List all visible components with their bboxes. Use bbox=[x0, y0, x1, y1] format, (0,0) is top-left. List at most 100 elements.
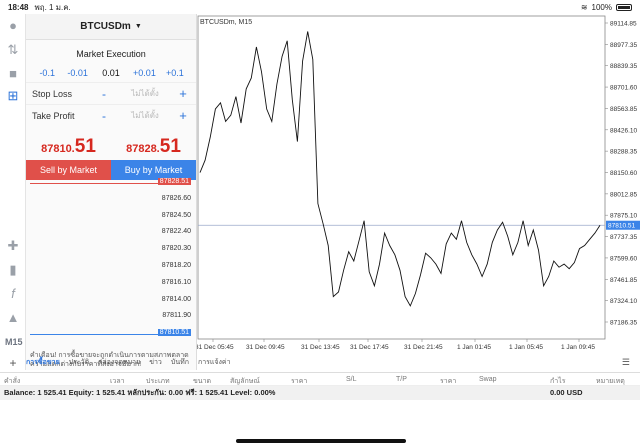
x-tick-label: 31 Dec 09:45 bbox=[246, 344, 285, 351]
battery-icon bbox=[616, 3, 632, 11]
take-profit-label: Take Profit bbox=[32, 110, 75, 121]
symbol-selector[interactable]: BTCUSDm ▼ bbox=[26, 14, 196, 40]
x-tick-label: 1 Jan 05:45 bbox=[509, 344, 543, 351]
buy-price-main: 87828. bbox=[126, 143, 160, 155]
tab-alerts[interactable]: การแจ้งค่า bbox=[198, 357, 231, 368]
volume-plus-01-button[interactable]: +0.1 bbox=[160, 68, 190, 78]
x-tick-label: 31 Dec 21:45 bbox=[404, 344, 443, 351]
indicator-f-icon[interactable]: f bbox=[5, 286, 21, 302]
status-right: ≋ 100% bbox=[581, 3, 632, 12]
plot-area bbox=[197, 15, 606, 340]
book-level: 87814.00 bbox=[161, 295, 191, 303]
col-sl: S/L bbox=[346, 376, 357, 383]
book-level: 87816.10 bbox=[161, 278, 191, 286]
y-tick-label: 88012.85 bbox=[610, 191, 637, 198]
x-tick-label: 31 Dec 13:45 bbox=[301, 344, 340, 351]
order-panel: BTCUSDm ▼ Market Execution -0.1 -0.01 0.… bbox=[26, 14, 197, 370]
left-toolbar: ● ⇅ ■ ⊞ ✚ ▮ f ▲ M15 bbox=[0, 14, 26, 370]
sell-price-main: 87810. bbox=[41, 143, 75, 155]
stop-loss-input[interactable]: ไม่ได้ตั้ง bbox=[114, 87, 176, 100]
balance-text: Balance: 1 525.41 Equity: 1 525.41 หลักป… bbox=[4, 388, 276, 397]
tab-trade[interactable]: การซื้อขาย bbox=[26, 357, 60, 368]
y-tick-label: 88701.60 bbox=[610, 85, 637, 92]
x-tick-label: 1 Jan 09:45 bbox=[561, 344, 595, 351]
positions-header: คำสั่ง เวลา ประเภท ขนาด สัญลักษณ์ ราคา S… bbox=[0, 372, 640, 386]
y-tick-label: 89114.85 bbox=[610, 21, 637, 28]
terminal-tabs: + การซื้อขาย ประวัติ กล่องจดหมาย ข่าว บั… bbox=[0, 355, 640, 370]
take-profit-input[interactable]: ไม่ได้ตั้ง bbox=[114, 109, 176, 122]
tab-news[interactable]: ข่าว bbox=[149, 357, 162, 368]
stop-loss-row: Stop Loss - ไม่ได้ตั้ง + bbox=[26, 82, 196, 104]
col-swap: Swap bbox=[479, 376, 497, 383]
status-date: พฤ. 1 ม.ค. bbox=[34, 2, 71, 12]
sell-price: 87810.51 bbox=[26, 136, 111, 158]
stop-loss-minus-button[interactable]: - bbox=[94, 87, 114, 101]
book-level: 87811.90 bbox=[162, 312, 191, 320]
y-tick-label: 87324.10 bbox=[610, 298, 637, 305]
y-tick-label: 88150.60 bbox=[610, 170, 637, 177]
book-level: 87820.30 bbox=[161, 245, 191, 253]
y-tick-label: 87875.10 bbox=[610, 213, 637, 220]
volume-value[interactable]: 0.01 bbox=[93, 68, 129, 78]
caret-down-icon: ▼ bbox=[134, 23, 142, 30]
account-icon[interactable]: ● bbox=[5, 18, 21, 34]
crosshair-icon[interactable]: ✚ bbox=[5, 238, 21, 254]
buy-price-big: 51 bbox=[159, 136, 181, 157]
y-tick-label: 88977.35 bbox=[610, 42, 637, 49]
book-level: 87822.40 bbox=[161, 228, 191, 236]
x-tick-label: 31 Dec 17:45 bbox=[350, 344, 389, 351]
new-order-icon[interactable]: ⊞ bbox=[5, 88, 21, 104]
candles-icon[interactable]: ▮ bbox=[5, 262, 21, 278]
bid-line bbox=[30, 334, 185, 336]
volume-minus-01-button[interactable]: -0.1 bbox=[32, 68, 62, 78]
trade-arrows-icon[interactable]: ⇅ bbox=[5, 42, 21, 58]
current-price-label: 87810.51 bbox=[608, 223, 635, 230]
book-level: 87826.60 bbox=[161, 194, 191, 202]
y-tick-label: 87599.60 bbox=[610, 255, 637, 262]
volume-row: -0.1 -0.01 0.01 +0.01 +0.1 bbox=[26, 64, 196, 82]
tab-history[interactable]: ประวัติ bbox=[69, 357, 89, 368]
symbol-name: BTCUSDm bbox=[80, 21, 131, 32]
price-ladder: 87828.51 87826.60 87824.50 87822.40 87820.30… bbox=[26, 174, 197, 349]
book-level: 87824.50 bbox=[161, 211, 191, 219]
volume-minus-001-button[interactable]: -0.01 bbox=[62, 68, 92, 78]
wifi-icon: ≋ bbox=[580, 2, 588, 12]
status-bar: 18:48 พฤ. 1 ม.ค. ≋ 100% bbox=[0, 0, 640, 14]
sell-price-big: 51 bbox=[74, 136, 96, 157]
home-indicator bbox=[236, 439, 406, 443]
x-tick-label: 1 Jan 01:45 bbox=[457, 344, 491, 351]
ask-line bbox=[30, 183, 185, 184]
status-time: 18:48 bbox=[8, 2, 29, 12]
y-tick-label: 87186.35 bbox=[610, 320, 637, 327]
layout-icon[interactable]: ☰ bbox=[622, 357, 630, 368]
balance-row: Balance: 1 525.41 Equity: 1 525.41 หลักป… bbox=[0, 386, 640, 400]
execution-type[interactable]: Market Execution bbox=[26, 44, 196, 64]
battery-percent: 100% bbox=[591, 2, 612, 12]
tab-journal[interactable]: บันทึก bbox=[171, 357, 189, 368]
chat-icon[interactable]: ■ bbox=[5, 66, 21, 82]
buy-price: 87828.51 bbox=[111, 136, 196, 158]
objects-icon[interactable]: ▲ bbox=[5, 310, 21, 326]
y-tick-label: 88426.10 bbox=[610, 127, 637, 134]
y-tick-label: 87737.35 bbox=[610, 234, 637, 241]
y-tick-label: 88288.35 bbox=[610, 149, 637, 156]
timeframe-button[interactable]: M15 bbox=[5, 334, 23, 350]
price-chart[interactable]: BTCUSDm, M15 89114.85 88977.35 88839.35 8870… bbox=[197, 14, 640, 355]
y-tick-label: 88563.85 bbox=[610, 106, 637, 113]
take-profit-minus-button[interactable]: - bbox=[94, 109, 114, 123]
y-tick-label: 88839.35 bbox=[610, 63, 637, 70]
stop-loss-label: Stop Loss bbox=[32, 88, 73, 99]
book-level: 87818.20 bbox=[161, 262, 191, 269]
take-profit-plus-button[interactable]: + bbox=[176, 108, 190, 123]
total-profit: 0.00 USD bbox=[550, 388, 583, 397]
col-tp: T/P bbox=[396, 376, 407, 383]
x-tick-label: 31 Dec 05:45 bbox=[197, 344, 234, 351]
volume-plus-001-button[interactable]: +0.01 bbox=[129, 68, 159, 78]
take-profit-row: Take Profit - ไม่ได้ตั้ง + bbox=[26, 104, 196, 126]
tab-mailbox[interactable]: กล่องจดหมาย bbox=[98, 357, 140, 368]
chart-title: BTCUSDm, M15 bbox=[200, 19, 252, 26]
stop-loss-plus-button[interactable]: + bbox=[176, 86, 190, 101]
add-button[interactable]: + bbox=[0, 356, 26, 370]
price-row: 87810.51 87828.51 bbox=[26, 132, 196, 158]
y-tick-label: 87461.85 bbox=[610, 277, 637, 284]
